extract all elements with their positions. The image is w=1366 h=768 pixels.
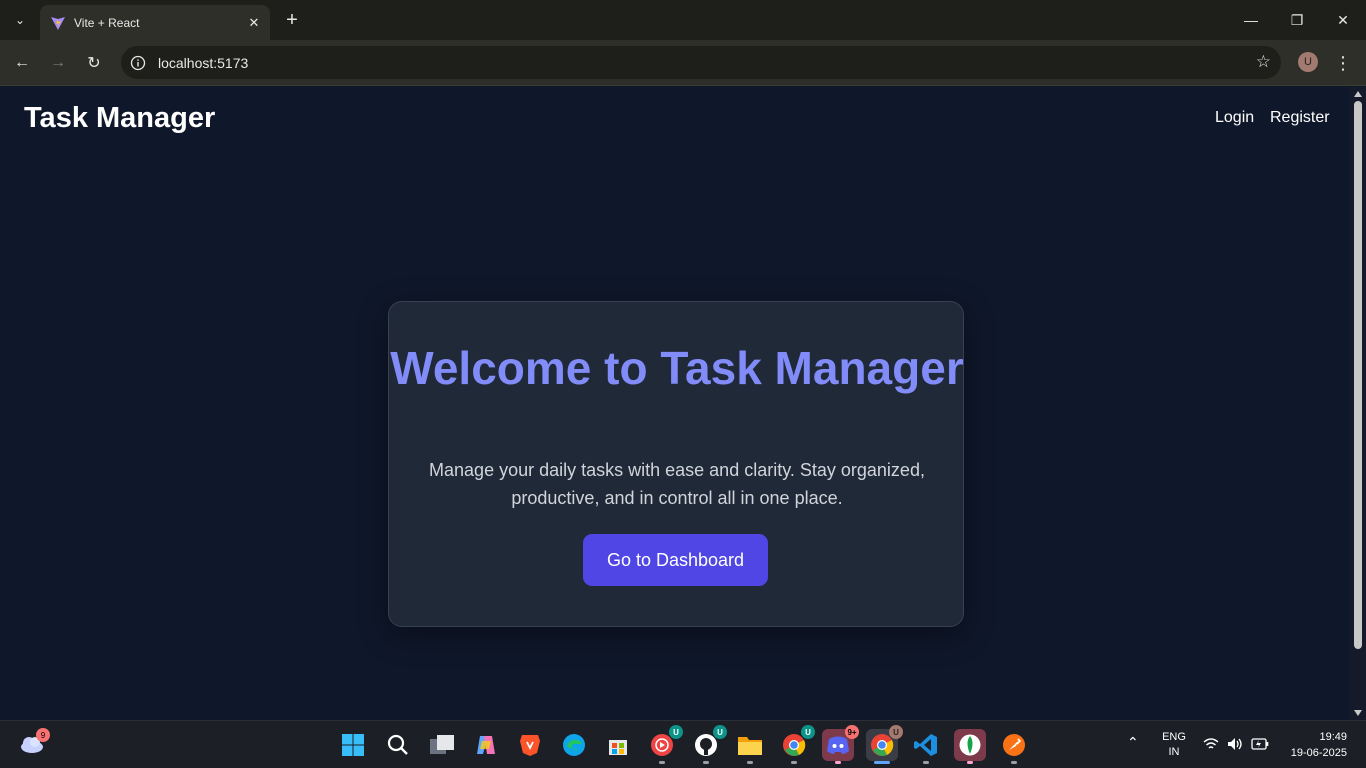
back-arrow-icon[interactable]: ← [8,49,36,77]
volume-icon[interactable] [1227,737,1243,751]
mongodb-compass-icon[interactable] [954,729,986,764]
site-info-icon[interactable] [130,55,146,71]
chrome-profile-icon[interactable]: U [866,725,903,764]
restore-icon[interactable]: ❐ [1274,0,1320,40]
copilot-icon[interactable] [470,729,502,761]
tab-title: Vite + React [74,15,140,30]
weather-widget[interactable]: 9 [18,728,50,756]
go-to-dashboard-button[interactable]: Go to Dashboard [583,534,768,586]
youtube-music-badge: U [669,725,683,739]
vite-logo-icon [51,16,65,30]
welcome-card: Welcome to Task Manager Manage your dail… [388,301,964,627]
tab-search-icon[interactable]: ⌄ [6,7,34,33]
vscode-icon[interactable] [910,729,942,764]
close-tab-icon[interactable]: ✕ [244,13,264,33]
scroll-down-icon[interactable] [1354,710,1362,716]
login-link[interactable]: Login [1215,109,1254,127]
weather-badge: 9 [36,728,50,742]
github-badge: U [713,725,727,739]
bookmark-star-icon[interactable]: ☆ [1256,52,1271,72]
taskbar: 9 U U U 9+ U ⌃ ENG IN 19:49 19-06-2025 [0,720,1366,768]
new-tab-icon[interactable]: + [280,8,304,32]
clock[interactable]: 19:49 19-06-2025 [1291,729,1347,761]
reload-icon[interactable]: ↻ [80,49,108,77]
chrome-badge: U [801,725,815,739]
url-text: localhost:5173 [158,54,249,71]
language-indicator[interactable]: ENG IN [1160,730,1188,760]
browser-menu-icon[interactable]: ⋮ [1333,49,1353,77]
hero-description: Manage your daily tasks with ease and cl… [429,460,925,508]
profile-avatar[interactable]: U [1298,52,1318,72]
brand-logo-text[interactable]: Task Manager [24,102,215,135]
start-icon[interactable] [337,729,369,761]
language-code: ENG [1162,731,1186,743]
wifi-icon[interactable] [1203,737,1219,751]
close-window-icon[interactable]: ✕ [1320,0,1366,40]
scroll-up-icon[interactable] [1354,91,1362,97]
address-bar[interactable]: localhost:5173 ☆ [121,46,1281,79]
chrome-icon[interactable]: U [778,725,815,764]
search-icon[interactable] [382,729,414,761]
youtube-music-icon[interactable]: U [646,725,683,764]
clock-date: 19-06-2025 [1290,747,1347,759]
postman-icon[interactable] [998,729,1030,764]
region-code: IN [1168,746,1180,758]
browser-tab[interactable]: Vite + React ✕ [40,5,270,40]
file-explorer-icon[interactable] [734,729,766,764]
page-viewport: Task Manager Login Register Welcome to T… [0,87,1350,720]
store-icon[interactable] [602,729,634,761]
chrome-profile-badge: U [889,725,903,739]
battery-charging-icon[interactable] [1251,738,1269,750]
brave-icon[interactable] [514,729,546,761]
scroll-thumb[interactable] [1354,101,1362,649]
show-hidden-icons-icon[interactable]: ⌃ [1127,735,1139,750]
browser-tab-bar: ⌄ Vite + React ✕ + — ❐ ✕ [0,0,1366,40]
github-icon[interactable]: U [690,725,727,764]
discord-icon[interactable]: 9+ [822,725,859,764]
browser-toolbar: ← → ↻ localhost:5173 ☆ U ⋮ [0,40,1366,86]
edge-icon[interactable] [558,729,590,761]
task-view-icon[interactable] [426,729,458,761]
register-link[interactable]: Register [1270,109,1330,127]
clock-time: 19:49 [1319,731,1347,743]
forward-arrow-icon[interactable]: → [44,49,72,77]
hero-title: Welcome to Task Manager [390,342,964,394]
page-scrollbar[interactable] [1350,87,1366,720]
discord-badge: 9+ [845,725,859,739]
minimize-icon[interactable]: — [1228,0,1274,40]
